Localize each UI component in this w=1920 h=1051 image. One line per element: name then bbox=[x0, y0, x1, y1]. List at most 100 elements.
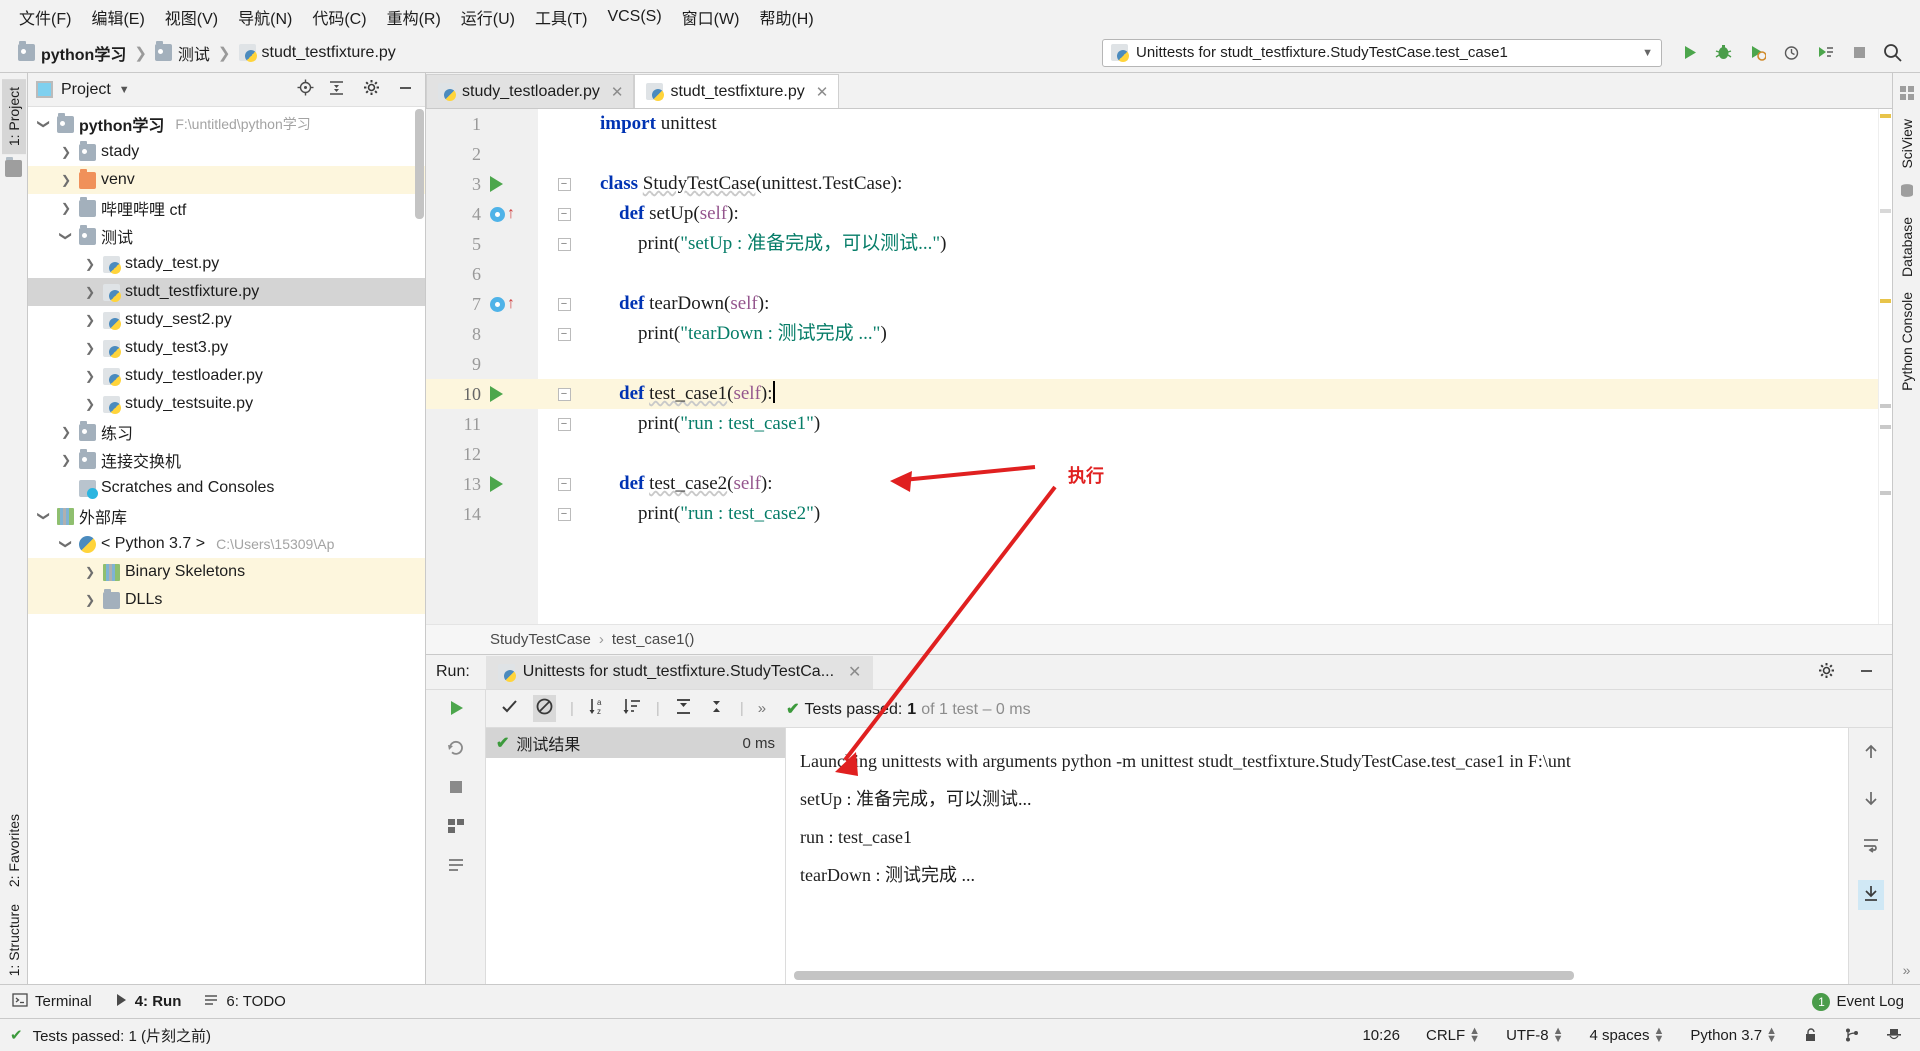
collapse-all-icon[interactable] bbox=[707, 697, 726, 720]
stop-icon[interactable] bbox=[447, 778, 465, 800]
breadcrumb-project[interactable]: python学习 bbox=[14, 39, 130, 67]
fold-end-icon[interactable]: − bbox=[557, 417, 571, 431]
override-method-icon[interactable] bbox=[490, 296, 505, 312]
profile-button[interactable] bbox=[1774, 38, 1808, 68]
code-line[interactable] bbox=[590, 259, 1892, 289]
code-line[interactable]: def setUp(self): bbox=[590, 199, 1892, 229]
tree-item[interactable]: ❯ 连接交换机 bbox=[28, 446, 425, 474]
fold-marker[interactable]: − bbox=[538, 469, 590, 499]
close-icon[interactable]: ✕ bbox=[812, 83, 829, 101]
chevron-right-icon[interactable]: ❯ bbox=[82, 397, 98, 411]
toolwindow-terminal[interactable]: Terminal bbox=[12, 992, 92, 1012]
toolwindow-run[interactable]: 4: Run bbox=[114, 993, 181, 1011]
menu-item-file[interactable]: 文件(F) bbox=[10, 2, 80, 32]
code-line[interactable]: def tearDown(self): bbox=[590, 289, 1892, 319]
pin-icon[interactable] bbox=[446, 856, 466, 880]
fold-marker[interactable]: − bbox=[538, 409, 590, 439]
scroll-to-end-icon[interactable] bbox=[1857, 880, 1884, 910]
chevron-down-icon[interactable]: ❯ bbox=[37, 116, 51, 132]
lock-icon[interactable] bbox=[1795, 1027, 1826, 1043]
run-configuration-selector[interactable]: Unittests for studt_testfixture.StudyTes… bbox=[1102, 38, 1662, 67]
tree-item[interactable]: ❯ stady bbox=[28, 138, 425, 166]
code-folding-gutter[interactable]: − − − − − − − − − bbox=[538, 109, 590, 624]
run-coverage-button[interactable] bbox=[1740, 38, 1774, 68]
code-line[interactable]: def test_case2(self): bbox=[590, 469, 1892, 499]
sidebar-tab-project[interactable]: 1: Project bbox=[1, 79, 26, 155]
gutter-marker[interactable]: ↑ bbox=[486, 289, 538, 319]
scroll-down-icon[interactable] bbox=[1861, 788, 1881, 812]
tree-item[interactable]: ❯ study_testloader.py bbox=[28, 362, 425, 390]
tree-item[interactable]: ❯ < Python 3.7 > C:\Users\15309\Ap bbox=[28, 530, 425, 558]
breadcrumb-folder[interactable]: 测试 bbox=[151, 39, 214, 67]
chevron-right-icon[interactable]: ❯ bbox=[82, 565, 98, 579]
more-icon[interactable]: » bbox=[1903, 962, 1911, 978]
menu-item-view[interactable]: 视图(V) bbox=[156, 2, 227, 32]
scroll-up-icon[interactable] bbox=[1861, 742, 1881, 766]
status-indent[interactable]: 4 spaces ▲ ▼ bbox=[1581, 1025, 1672, 1045]
fold-collapse-icon[interactable]: − bbox=[557, 297, 571, 311]
console-horizontal-scrollbar[interactable] bbox=[794, 971, 1574, 980]
close-icon[interactable]: ✕ bbox=[607, 83, 624, 101]
fold-end-icon[interactable]: − bbox=[557, 237, 571, 251]
gear-icon[interactable] bbox=[1818, 662, 1835, 683]
editor-tab-studt-testfixture[interactable]: studt_testfixture.py ✕ bbox=[634, 74, 840, 108]
sort-by-duration-icon[interactable] bbox=[622, 697, 642, 720]
code-content[interactable]: import unittest class StudyTestCase(unit… bbox=[590, 109, 1892, 624]
tree-scrollbar[interactable] bbox=[415, 109, 424, 219]
test-result-row[interactable]: ✔ 测试结果 0 ms bbox=[486, 728, 785, 758]
menu-item-run[interactable]: 运行(U) bbox=[452, 2, 524, 32]
run-button[interactable] bbox=[1672, 38, 1706, 68]
git-branch-icon[interactable] bbox=[1836, 1027, 1868, 1043]
code-line[interactable]: print("tearDown : 测试完成 ...") bbox=[590, 319, 1892, 349]
sidebar-tab-favorites[interactable]: 2: Favorites bbox=[2, 806, 26, 895]
sidebar-tab-structure[interactable]: 1: Structure bbox=[2, 896, 26, 984]
code-line[interactable]: def test_case1(self): bbox=[590, 379, 1892, 409]
expand-all-icon[interactable] bbox=[674, 697, 693, 720]
tree-item[interactable]: ❯ 测试 bbox=[28, 222, 425, 250]
minimize-icon[interactable] bbox=[398, 80, 413, 99]
tree-item[interactable]: ❯ 练习 bbox=[28, 418, 425, 446]
tree-item[interactable]: ❯ stady_test.py bbox=[28, 250, 425, 278]
fold-collapse-icon[interactable]: − bbox=[557, 177, 571, 191]
fold-end-icon[interactable]: − bbox=[557, 507, 571, 521]
gutter-marker[interactable] bbox=[486, 379, 538, 409]
minimize-icon[interactable] bbox=[1859, 663, 1874, 682]
tree-item[interactable]: ❯ studt_testfixture.py bbox=[28, 278, 425, 306]
grid-icon[interactable] bbox=[1899, 85, 1915, 105]
tree-item[interactable]: ❯ study_testsuite.py bbox=[28, 390, 425, 418]
chevron-down-icon[interactable]: ❯ bbox=[59, 228, 73, 244]
hide-ignored-icon[interactable] bbox=[533, 695, 556, 722]
run-marker-gutter[interactable]: ↑ ↑ bbox=[486, 109, 538, 624]
chevron-right-icon[interactable]: ❯ bbox=[82, 313, 98, 327]
gutter-marker[interactable]: ↑ bbox=[486, 199, 538, 229]
chevron-right-icon[interactable]: ❯ bbox=[58, 453, 74, 467]
chevron-right-icon[interactable]: ❯ bbox=[58, 173, 74, 187]
fold-marker[interactable]: − bbox=[538, 289, 590, 319]
chevron-right-icon[interactable]: ❯ bbox=[58, 425, 74, 439]
override-method-icon[interactable] bbox=[490, 206, 505, 222]
menu-item-edit[interactable]: 编辑(E) bbox=[82, 2, 153, 32]
tree-item[interactable]: ❯ 哔哩哔哩 ctf bbox=[28, 194, 425, 222]
chevron-down-icon[interactable]: ❯ bbox=[37, 508, 51, 524]
run-console-output[interactable]: Launching unittests with arguments pytho… bbox=[786, 728, 1848, 984]
tree-item[interactable]: ❯ Binary Skeletons bbox=[28, 558, 425, 586]
close-icon[interactable]: ✕ bbox=[842, 662, 861, 682]
chevron-right-icon[interactable]: ❯ bbox=[82, 593, 98, 607]
code-line[interactable]: print("setUp : 准备完成，可以测试...") bbox=[590, 229, 1892, 259]
fold-marker[interactable]: − bbox=[538, 319, 590, 349]
rerun-failed-icon[interactable] bbox=[446, 738, 466, 762]
structure-folder-icon[interactable] bbox=[5, 157, 22, 181]
status-line-separator[interactable]: CRLF ▲ ▼ bbox=[1418, 1025, 1488, 1045]
fold-marker[interactable]: − bbox=[538, 169, 590, 199]
event-log-button[interactable]: 1 Event Log bbox=[1812, 992, 1920, 1011]
menu-item-code[interactable]: 代码(C) bbox=[303, 2, 375, 32]
code-editor[interactable]: 1 2 3 4 5 6 7 8 9 10 11 12 13 14 ↑ ↑ − − − − − − − − − import … bbox=[426, 109, 1892, 624]
fold-marker[interactable]: − bbox=[538, 499, 590, 529]
chevron-down-icon[interactable]: ▼ bbox=[119, 84, 130, 96]
show-passed-icon[interactable] bbox=[500, 697, 519, 720]
chevron-right-icon[interactable]: ❯ bbox=[58, 201, 74, 215]
menu-item-refactor[interactable]: 重构(R) bbox=[378, 2, 450, 32]
fold-collapse-icon[interactable]: − bbox=[557, 207, 571, 221]
more-icon[interactable]: » bbox=[758, 700, 766, 717]
locate-icon[interactable] bbox=[297, 79, 314, 100]
